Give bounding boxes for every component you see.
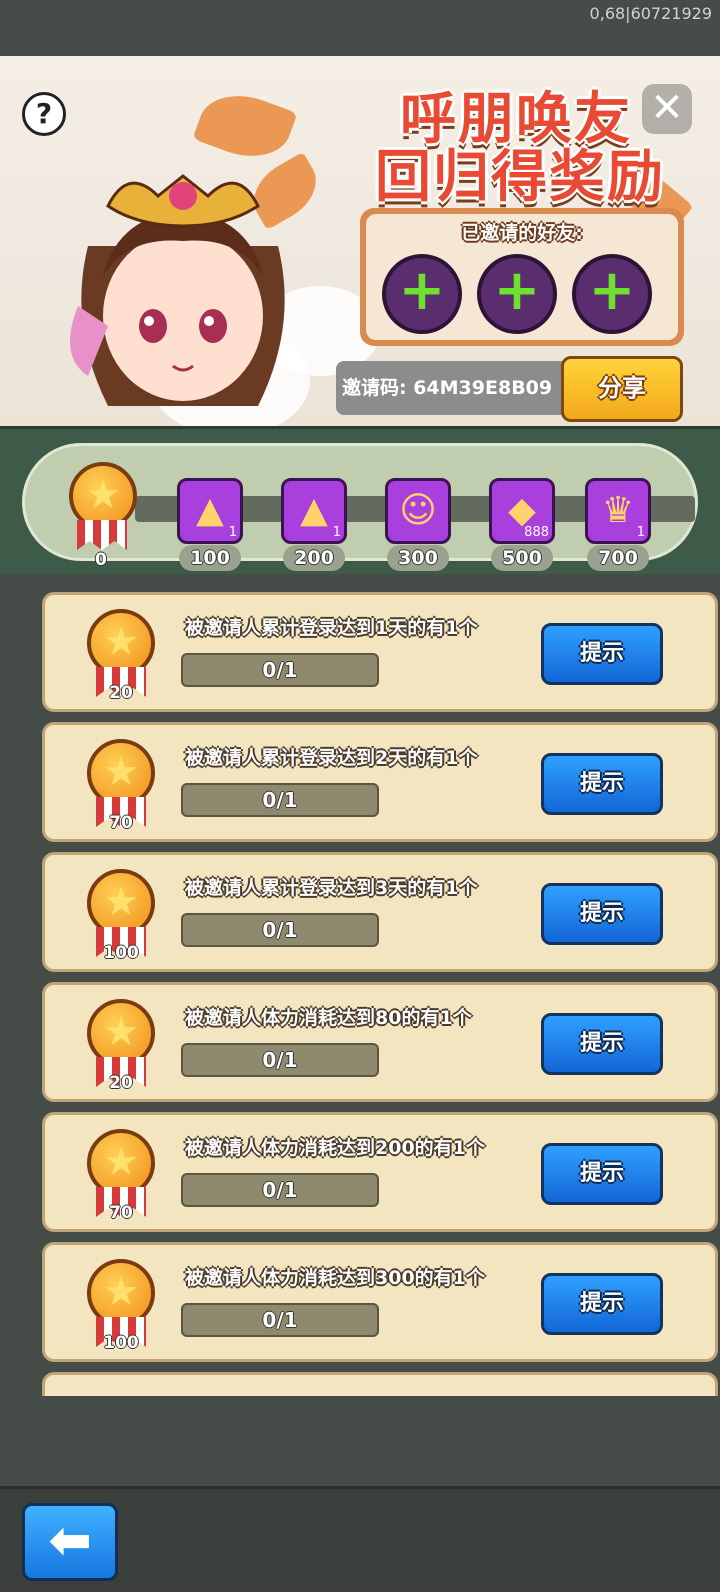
task-row bbox=[42, 1372, 718, 1396]
task-description: 被邀请人体力消耗达到200的有1个 bbox=[185, 1137, 485, 1159]
milestone-score: 700 bbox=[587, 545, 649, 571]
task-progress: 0/1 bbox=[181, 1173, 379, 1207]
hint-button[interactable]: 提示 bbox=[541, 623, 663, 685]
invite-code: 邀请码: 64M39E8B09 bbox=[336, 361, 568, 415]
star-medal-icon: ★ bbox=[87, 1129, 155, 1197]
task-progress: 0/1 bbox=[181, 913, 379, 947]
status-text: 0,68|60721929 bbox=[589, 4, 712, 23]
task-progress: 0/1 bbox=[181, 1303, 379, 1337]
chest-upgrade-icon[interactable]: ▲ 1 bbox=[177, 478, 243, 544]
reward-qty: 1 bbox=[636, 525, 645, 540]
reward-qty: 888 bbox=[524, 525, 549, 540]
task-description: 被邀请人体力消耗达到80的有1个 bbox=[185, 1007, 472, 1029]
hint-button[interactable]: 提示 bbox=[541, 1143, 663, 1205]
hero-portrait bbox=[70, 174, 285, 406]
share-button[interactable]: 分享 bbox=[561, 356, 683, 422]
reward-qty: 1 bbox=[228, 525, 237, 540]
star-medal-icon: ★ bbox=[87, 1259, 155, 1327]
add-friend-slot-1[interactable]: + bbox=[382, 254, 462, 334]
star-medal-icon: ★ bbox=[87, 999, 155, 1067]
reward-qty: 1 bbox=[332, 525, 341, 540]
task-row: ★ 100 被邀请人累计登录达到3天的有1个 0/1 提示 bbox=[42, 852, 718, 972]
task-description: 被邀请人累计登录达到2天的有1个 bbox=[185, 747, 478, 769]
milestone-score: 100 bbox=[179, 545, 241, 571]
back-button[interactable]: ⬅ bbox=[22, 1503, 118, 1581]
task-points: 100 bbox=[103, 1333, 139, 1353]
hint-button[interactable]: 提示 bbox=[541, 883, 663, 945]
star-medal-icon: ★ bbox=[69, 462, 137, 530]
task-description: 被邀请人累计登录达到1天的有1个 bbox=[185, 617, 478, 639]
invited-friends-label: 已邀请的好友: bbox=[461, 222, 583, 244]
task-description: 被邀请人累计登录达到3天的有1个 bbox=[185, 877, 478, 899]
banner-title-line2: 回归得奖励 bbox=[375, 145, 665, 210]
hint-button[interactable]: 提示 bbox=[541, 1273, 663, 1335]
task-points: 20 bbox=[109, 1073, 133, 1093]
task-progress: 0/1 bbox=[181, 1043, 379, 1077]
task-row: ★ 20 被邀请人累计登录达到1天的有1个 0/1 提示 bbox=[42, 592, 718, 712]
add-friend-slot-3[interactable]: + bbox=[572, 254, 652, 334]
add-friend-slot-2[interactable]: + bbox=[477, 254, 557, 334]
task-points: 70 bbox=[109, 813, 133, 833]
medal-ribbon bbox=[77, 520, 127, 550]
milestone-score: 200 bbox=[283, 545, 345, 571]
chest-upgrade-icon[interactable]: ▲ 1 bbox=[281, 478, 347, 544]
hint-button[interactable]: 提示 bbox=[541, 753, 663, 815]
status-bar: 0,68|60721929 bbox=[0, 0, 720, 56]
task-row: ★ 20 被邀请人体力消耗达到80的有1个 0/1 提示 bbox=[42, 982, 718, 1102]
task-points: 70 bbox=[109, 1203, 133, 1223]
close-button[interactable]: ✕ bbox=[642, 84, 692, 134]
task-list[interactable]: ★ 20 被邀请人累计登录达到1天的有1个 0/1 提示 ★ 70 被邀请人累计… bbox=[0, 588, 720, 1396]
task-points: 100 bbox=[103, 943, 139, 963]
task-row: ★ 70 被邀请人体力消耗达到200的有1个 0/1 提示 bbox=[42, 1112, 718, 1232]
invite-banner: ? 呼朋唤友 回归得奖励 ✕ 已邀请的好友: + + + 邀请码: 64M39E… bbox=[0, 56, 720, 426]
star-medal-icon: ★ bbox=[87, 869, 155, 937]
bottom-bar: ⬅ bbox=[0, 1486, 720, 1592]
reward-progress-frame: ★ 0 ▲ 1 100 ▲ 1 200 ☺ 300 ◆ 888 500 ♛ 1 700 bbox=[0, 426, 720, 574]
reward-progress-track: ★ 0 ▲ 1 100 ▲ 1 200 ☺ 300 ◆ 888 500 ♛ 1 700 bbox=[22, 443, 698, 571]
star-medal-icon: ★ bbox=[87, 609, 155, 677]
task-row: ★ 100 被邀请人体力消耗达到300的有1个 0/1 提示 bbox=[42, 1242, 718, 1362]
invited-friends-panel: 已邀请的好友: + + + bbox=[360, 208, 684, 346]
milestone-score: 300 bbox=[387, 545, 449, 571]
hint-button[interactable]: 提示 bbox=[541, 1013, 663, 1075]
arrow-left-icon: ⬅ bbox=[48, 1511, 92, 1571]
milestone-score: 500 bbox=[491, 545, 553, 571]
task-points: 20 bbox=[109, 683, 133, 703]
task-progress: 0/1 bbox=[181, 783, 379, 817]
task-progress: 0/1 bbox=[181, 653, 379, 687]
current-points: 0 bbox=[95, 550, 107, 570]
star-medal-icon: ★ bbox=[87, 739, 155, 807]
crown-badge-icon[interactable]: ♛ 1 bbox=[585, 478, 651, 544]
hero-portrait-icon[interactable]: ☺ bbox=[385, 478, 451, 544]
task-description: 被邀请人体力消耗达到300的有1个 bbox=[185, 1267, 485, 1289]
task-row: ★ 70 被邀请人累计登录达到2天的有1个 0/1 提示 bbox=[42, 722, 718, 842]
gold-ingot-icon[interactable]: ◆ 888 bbox=[489, 478, 555, 544]
